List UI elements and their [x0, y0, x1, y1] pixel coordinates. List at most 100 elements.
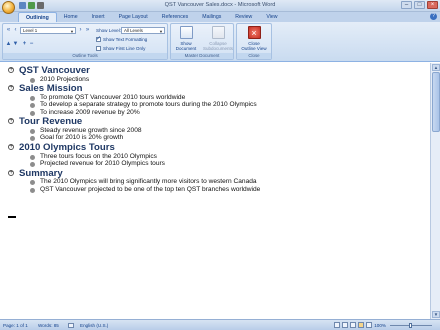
show-first-line-only-label: Show First Line Only — [103, 46, 146, 51]
outline-level-value: Level 1 — [23, 28, 38, 33]
close-outline-view-label: Close Outline View — [241, 41, 267, 51]
outline-tools-group-label: Outline Tools — [3, 53, 167, 59]
vertical-scrollbar[interactable]: ▲ ▼ — [430, 63, 440, 319]
minimize-button[interactable]: – — [401, 1, 412, 9]
tab-view[interactable]: View — [259, 12, 284, 22]
outline-item[interactable]: Three tours focus on the 2010 Olympics — [30, 153, 426, 161]
help-icon[interactable]: ? — [430, 13, 437, 20]
collapse-subdocuments-label: Collapse Subdocuments — [202, 41, 234, 51]
move-down-icon[interactable]: ▼ — [12, 41, 19, 48]
show-text-formatting-label: Show Text Formatting — [103, 37, 148, 42]
scroll-down-icon[interactable]: ▼ — [432, 311, 440, 318]
expand-symbol-icon[interactable] — [8, 169, 14, 176]
zoom-slider[interactable] — [390, 323, 432, 328]
outline-item[interactable]: To increase 2009 revenue by 20% — [30, 109, 426, 117]
expand-symbol-icon[interactable] — [8, 117, 14, 125]
outline-item[interactable]: 2010 Projections — [30, 76, 426, 84]
promote-icon[interactable]: ‹ — [12, 27, 19, 34]
outline-heading[interactable]: 2010 Olympics Tours — [6, 142, 426, 153]
ribbon: « ‹ Level 1 ▼ › » ▲ ▼ + − Show Level: Al… — [0, 22, 440, 62]
page-count[interactable]: Page: 1 of 1 — [3, 323, 28, 328]
scroll-up-icon[interactable]: ▲ — [432, 64, 440, 71]
web-layout-icon[interactable] — [350, 322, 356, 328]
scrollbar-thumb[interactable] — [432, 72, 440, 132]
body-text-bullet-icon — [30, 95, 35, 101]
outline-view-icon[interactable] — [358, 322, 364, 328]
master-document-group: Show Document Collapse Subdocuments Mast… — [170, 23, 234, 60]
demote-icon[interactable]: › — [77, 27, 84, 34]
body-text-bullet-icon — [30, 154, 35, 160]
document-area[interactable]: QST Vancouver 2010 Projections Sales Mis… — [0, 63, 430, 319]
end-of-document-marker — [8, 216, 16, 218]
chevron-down-icon: ▼ — [70, 29, 74, 34]
outline-item[interactable]: Goal for 2010 is 20% growth — [30, 134, 426, 142]
checkbox-checked-icon — [96, 35, 101, 43]
zoom-slider-handle[interactable] — [409, 323, 412, 328]
move-up-icon[interactable]: ▲ — [5, 41, 12, 48]
outline-level-dropdown[interactable]: Level 1 ▼ — [20, 27, 76, 34]
show-level-value: All Levels — [124, 28, 143, 33]
zoom-level[interactable]: 100% — [374, 323, 386, 328]
tab-review[interactable]: Review — [228, 12, 259, 22]
body-text-bullet-icon — [30, 136, 35, 142]
show-document-button[interactable]: Show Document — [173, 26, 199, 51]
status-bar: Page: 1 of 1 Words: 85 English (U.S.) 10… — [0, 319, 440, 330]
close-group-label: Close — [237, 53, 271, 59]
outline-item[interactable]: To promote QST Vancouver 2010 tours worl… — [30, 94, 426, 102]
outline: QST Vancouver 2010 Projections Sales Mis… — [6, 65, 426, 193]
subdocuments-icon — [211, 26, 225, 39]
ribbon-tabs: Outlining Home Insert Page Layout Refere… — [0, 12, 440, 22]
window-title: QST Vancouver Sales.docx - Microsoft Wor… — [164, 2, 276, 8]
proofing-icon[interactable] — [68, 323, 74, 328]
draft-view-icon[interactable] — [366, 322, 372, 328]
outline-item[interactable]: Projected revenue for 2010 Olympics tour… — [30, 160, 426, 168]
collapse-icon[interactable]: − — [28, 41, 35, 48]
outline-item[interactable]: To develop a separate strategy to promot… — [30, 101, 260, 109]
close-outline-icon: × — [247, 26, 261, 39]
show-first-line-only-checkbox[interactable]: Show First Line Only — [96, 46, 146, 52]
show-document-label: Show Document — [175, 41, 197, 51]
close-outline-view-button[interactable]: × Close Outline View — [241, 26, 267, 51]
tab-references[interactable]: References — [155, 12, 196, 22]
print-layout-icon[interactable] — [334, 322, 340, 328]
close-window-button[interactable]: × — [427, 1, 438, 9]
show-text-formatting-checkbox[interactable]: Show Text Formatting — [96, 35, 148, 43]
show-level-dropdown[interactable]: All Levels ▼ — [121, 27, 165, 34]
body-text-bullet-icon — [30, 128, 35, 134]
tab-mailings[interactable]: Mailings — [195, 12, 228, 22]
body-text-bullet-icon — [30, 162, 35, 168]
outline-tools-group: « ‹ Level 1 ▼ › » ▲ ▼ + − Show Level: Al… — [2, 23, 168, 60]
expand-icon[interactable]: + — [21, 41, 28, 48]
outline-item[interactable]: QST Vancouver projected to be one of the… — [30, 186, 280, 194]
outline-item[interactable]: The 2010 Olympics will bring significant… — [30, 178, 280, 186]
outline-heading[interactable]: Tour Revenue — [6, 116, 426, 127]
language[interactable]: English (U.S.) — [80, 323, 108, 328]
outline-heading[interactable]: Summary — [6, 168, 426, 179]
tab-home[interactable]: Home — [57, 12, 85, 22]
tab-insert[interactable]: Insert — [85, 12, 112, 22]
expand-symbol-icon[interactable] — [8, 84, 14, 92]
master-document-group-label: Master Document — [171, 53, 233, 59]
chevron-down-icon: ▼ — [159, 29, 163, 34]
checkbox-icon — [96, 46, 101, 52]
maximize-button[interactable]: □ — [414, 1, 425, 9]
full-screen-reading-icon[interactable] — [342, 322, 348, 328]
outline-item[interactable]: Steady revenue growth since 2008 — [30, 127, 426, 135]
outline-heading[interactable]: Sales Mission — [6, 83, 426, 94]
tab-outlining[interactable]: Outlining — [18, 12, 57, 22]
demote-to-body-text-icon[interactable]: » — [84, 27, 91, 34]
body-text-bullet-icon — [30, 77, 35, 83]
expand-symbol-icon[interactable] — [8, 143, 14, 151]
promote-to-heading-1-icon[interactable]: « — [5, 27, 12, 34]
expand-symbol-icon[interactable] — [8, 66, 14, 73]
document-icon — [179, 26, 193, 39]
word-count[interactable]: Words: 85 — [38, 323, 59, 328]
body-text-bullet-icon — [30, 110, 35, 116]
body-text-bullet-icon — [30, 187, 35, 193]
close-group: × Close Outline View Close — [236, 23, 272, 60]
tab-page-layout[interactable]: Page Layout — [112, 12, 155, 22]
title-bar: QST Vancouver Sales.docx - Microsoft Wor… — [0, 0, 440, 14]
collapse-subdocuments-button[interactable]: Collapse Subdocuments — [202, 26, 234, 51]
office-button[interactable] — [2, 1, 15, 14]
outline-heading[interactable]: QST Vancouver — [6, 65, 426, 76]
